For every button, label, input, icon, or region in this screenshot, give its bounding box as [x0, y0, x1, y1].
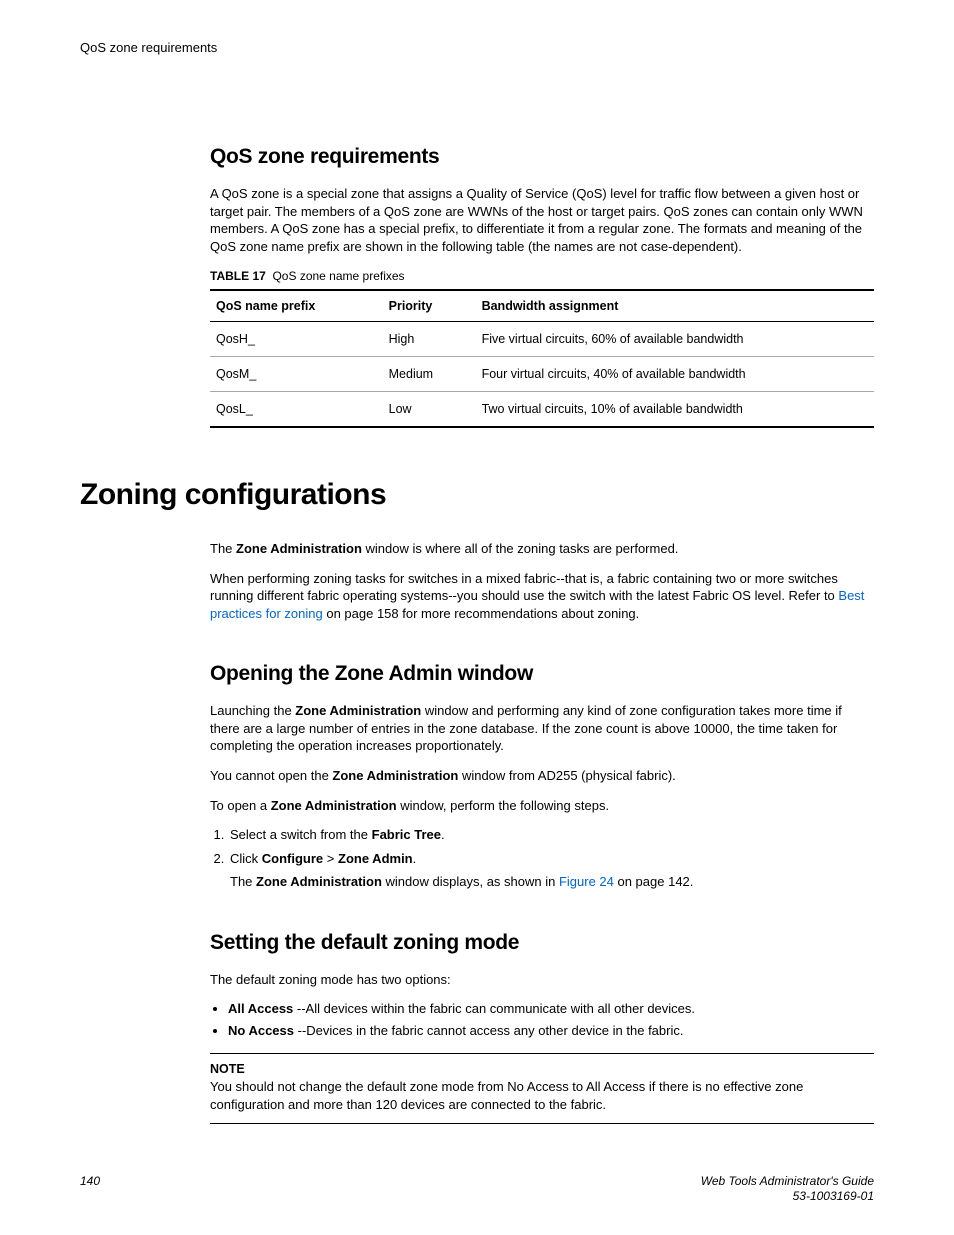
col-header-prefix: QoS name prefix — [210, 290, 383, 322]
link-figure-24[interactable]: Figure 24 — [559, 874, 614, 889]
note-label: NOTE — [210, 1062, 874, 1076]
cell: High — [383, 322, 476, 357]
bold-text: Configure — [262, 851, 327, 866]
doc-title: Web Tools Administrator's Guide 53-10031… — [701, 1174, 874, 1205]
note-text: You should not change the default zone m… — [210, 1078, 874, 1113]
paragraph: You cannot open the Zone Administration … — [210, 767, 874, 785]
bullet-list: All Access --All devices within the fabr… — [210, 1000, 874, 1039]
heading-qos-zone-requirements: QoS zone requirements — [210, 145, 874, 169]
paragraph: The default zoning mode has two options: — [210, 971, 874, 989]
bold-text: Zone Admin — [338, 851, 413, 866]
bold-text: Zone Administration — [332, 768, 458, 783]
heading-opening-zone-admin: Opening the Zone Admin window — [210, 662, 874, 686]
bold-text: Zone Administration — [236, 541, 362, 556]
paragraph: A QoS zone is a special zone that assign… — [210, 185, 874, 255]
col-header-bandwidth: Bandwidth assignment — [476, 290, 874, 322]
page-number: 140 — [80, 1174, 100, 1188]
paragraph: When performing zoning tasks for switche… — [210, 570, 874, 623]
table-row: QosH_ High Five virtual circuits, 60% of… — [210, 322, 874, 357]
table-row: QosL_ Low Two virtual circuits, 10% of a… — [210, 392, 874, 428]
page: QoS zone requirements QoS zone requireme… — [0, 0, 954, 1235]
cell: Five virtual circuits, 60% of available … — [476, 322, 874, 357]
steps-list: Select a switch from the Fabric Tree. Cl… — [210, 826, 874, 891]
table-row: QosM_ Medium Four virtual circuits, 40% … — [210, 357, 874, 392]
list-item: Select a switch from the Fabric Tree. — [228, 826, 874, 844]
step-sub: The Zone Administration window displays,… — [230, 873, 874, 891]
table-header-row: QoS name prefix Priority Bandwidth assig… — [210, 290, 874, 322]
table-title: QoS zone name prefixes — [272, 269, 404, 283]
bold-text: Zone Administration — [271, 798, 397, 813]
paragraph: Launching the Zone Administration window… — [210, 702, 874, 755]
cell: QosH_ — [210, 322, 383, 357]
cell: Medium — [383, 357, 476, 392]
paragraph: To open a Zone Administration window, pe… — [210, 797, 874, 815]
qos-prefix-table: QoS name prefix Priority Bandwidth assig… — [210, 289, 874, 428]
cell: Two virtual circuits, 10% of available b… — [476, 392, 874, 428]
table-label: TABLE 17 — [210, 269, 266, 283]
list-item: Click Configure > Zone Admin. The Zone A… — [228, 850, 874, 891]
col-header-priority: Priority — [383, 290, 476, 322]
bold-text: Zone Administration — [295, 703, 421, 718]
bold-text: Fabric Tree — [372, 827, 441, 842]
list-item: No Access --Devices in the fabric cannot… — [228, 1022, 874, 1040]
cell: QosM_ — [210, 357, 383, 392]
heading-zoning-configurations: Zoning configurations — [80, 478, 874, 512]
list-item: All Access --All devices within the fabr… — [228, 1000, 874, 1018]
bold-text: Zone Administration — [256, 874, 382, 889]
bold-text: No Access — [228, 1023, 294, 1038]
paragraph: The Zone Administration window is where … — [210, 540, 874, 558]
cell: Low — [383, 392, 476, 428]
note-block: NOTE You should not change the default z… — [210, 1053, 874, 1124]
page-footer: 140 Web Tools Administrator's Guide 53-1… — [80, 1174, 874, 1205]
cell: QosL_ — [210, 392, 383, 428]
running-header: QoS zone requirements — [80, 40, 874, 55]
page-content: QoS zone requirements A QoS zone is a sp… — [210, 145, 874, 1124]
heading-default-zoning-mode: Setting the default zoning mode — [210, 931, 874, 955]
table-caption: TABLE 17 QoS zone name prefixes — [210, 269, 874, 283]
bold-text: All Access — [228, 1001, 293, 1016]
cell: Four virtual circuits, 40% of available … — [476, 357, 874, 392]
